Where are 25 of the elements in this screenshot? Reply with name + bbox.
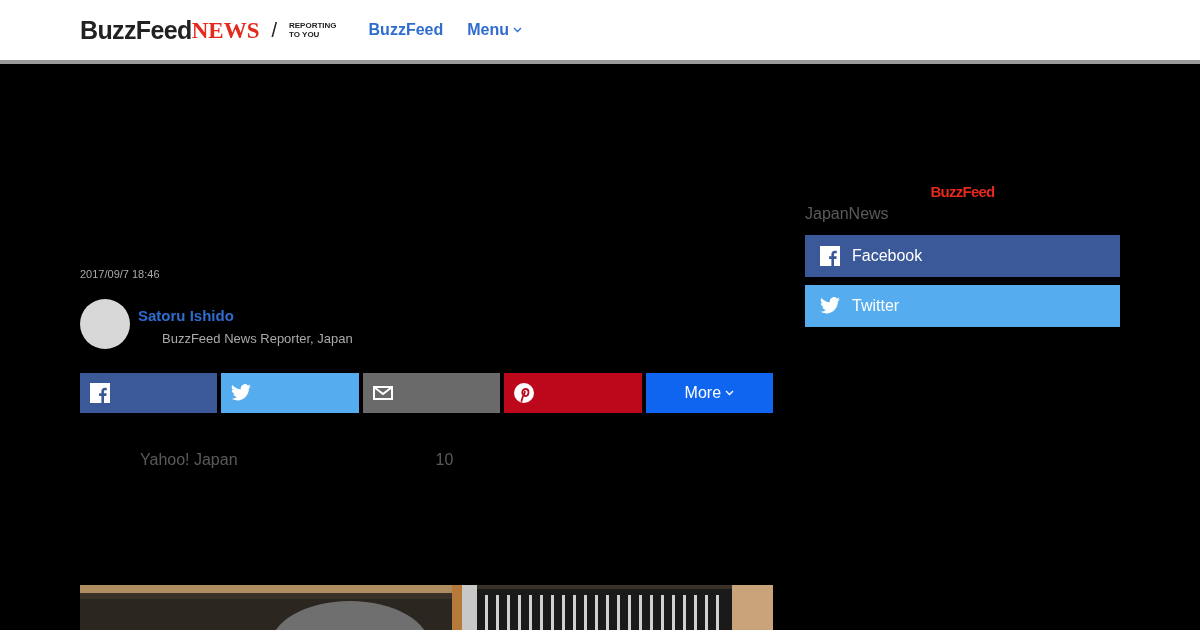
body-text: Yahoo! Japan: [140, 449, 238, 470]
timestamp: 2017/09/7 18:46: [80, 267, 161, 282]
sidebar-title: JapanNews: [805, 203, 890, 224]
share-button[interactable]: [362, 372, 501, 413]
share-button[interactable]: [80, 372, 218, 413]
caret-icon: [513, 27, 522, 33]
more-button[interactable]: More: [645, 372, 774, 413]
share-button[interactable]: [221, 372, 359, 413]
share-button[interactable]: [504, 372, 642, 413]
follow-button[interactable]: Facebook: [805, 234, 1120, 277]
bird-icon: [820, 297, 840, 314]
caret-icon: [725, 389, 735, 396]
nav-link[interactable]: BuzzFeed: [368, 18, 444, 42]
body-text: 10: [435, 449, 454, 470]
avatar: [80, 298, 130, 349]
menu-button[interactable]: Menu: [467, 18, 522, 42]
pinterest-icon: [514, 382, 535, 403]
logo[interactable]: BuzzFeedNEWS / REPORTING TO YOU: [80, 15, 337, 45]
bird-icon: [231, 384, 252, 401]
facebook-icon: [90, 382, 110, 403]
envelope-icon: [372, 385, 393, 400]
author-role: BuzzFeed News Reporter, Japan: [162, 330, 353, 348]
author-name[interactable]: Satoru Ishido: [138, 304, 353, 327]
facebook-icon: [820, 245, 840, 266]
brand-logo: BuzzFeed: [930, 182, 995, 202]
